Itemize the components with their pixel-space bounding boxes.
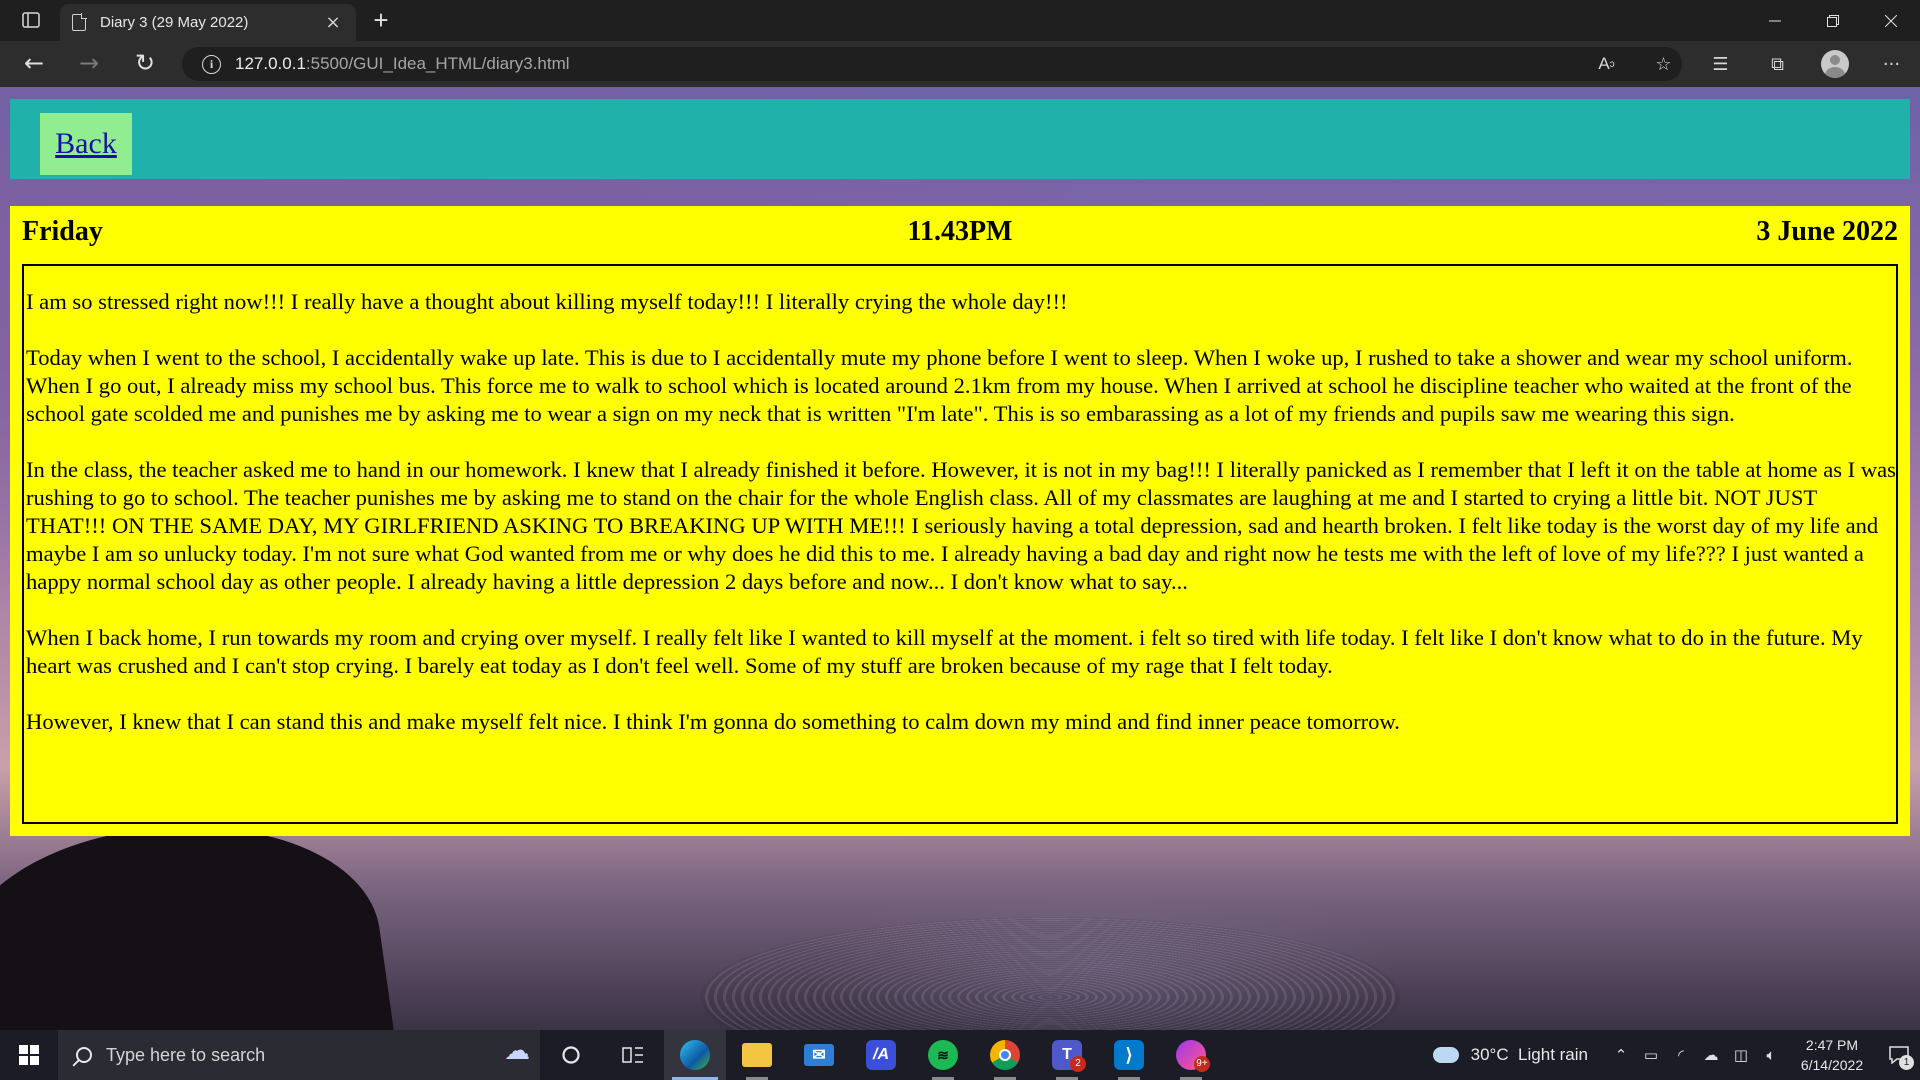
- more-icon[interactable]: ···: [1863, 41, 1920, 87]
- tab-close-icon[interactable]: ×: [322, 12, 344, 33]
- search-placeholder: Type here to search: [106, 1044, 266, 1065]
- diary-paragraph: When I back home, I run towards my room …: [26, 625, 1863, 678]
- cloud-rain-icon: [1432, 1047, 1459, 1063]
- search-icon: [76, 1047, 92, 1063]
- address-bar-row: ← → ↻ i 127.0.0.1:5500/GUI_Idea_HTML/dia…: [0, 41, 1920, 87]
- read-aloud-icon[interactable]: Aↄ: [1578, 41, 1635, 87]
- forward-arrow-icon[interactable]: →: [72, 49, 106, 79]
- url-field[interactable]: i 127.0.0.1:5500/GUI_Idea_HTML/diary3.ht…: [182, 47, 1682, 81]
- file-explorer-icon[interactable]: [726, 1030, 788, 1080]
- clock-time: 2:47 PM: [1805, 1037, 1859, 1053]
- page-icon: [72, 13, 87, 31]
- teams-badge: 2: [1070, 1056, 1086, 1072]
- favorites-icon[interactable]: ☰: [1692, 41, 1749, 87]
- app-icon[interactable]: /A: [850, 1030, 912, 1080]
- weather-widget[interactable]: 30°C Light rain: [1432, 1045, 1588, 1065]
- add-favorite-icon[interactable]: ☆: [1635, 41, 1692, 87]
- diary-paragraph: In the class, the teacher asked me to ha…: [26, 457, 1896, 594]
- taskbar: Type here to search ☁ ✉ /A ≋ T 2 ⟩ 9+ 30…: [0, 1030, 1920, 1080]
- vscode-icon[interactable]: ⟩: [1098, 1030, 1160, 1080]
- notification-badge: 1: [1899, 1055, 1914, 1070]
- system-tray: 30°C Light rain ⌃ ▭ ◜ ☁ ◫ 🔈︎ 2:47 PM 6/1…: [1432, 1030, 1920, 1080]
- windows-icon: [19, 1045, 39, 1065]
- volume-icon[interactable]: 🔈︎: [1756, 1046, 1786, 1064]
- page-viewport: Back Friday 11.43PM 3 June 2022 I am so …: [0, 87, 1920, 1030]
- teams-icon[interactable]: T 2: [1036, 1030, 1098, 1080]
- clock-date: 6/14/2022: [1800, 1057, 1864, 1073]
- url-path: :5500/GUI_Idea_HTML/diary3.html: [305, 54, 570, 73]
- meet-now-icon[interactable]: ◫: [1726, 1046, 1756, 1064]
- chrome-icon[interactable]: [974, 1030, 1036, 1080]
- window-controls: [1746, 0, 1920, 41]
- battery-icon[interactable]: ▭: [1636, 1046, 1666, 1064]
- tab-title: Diary 3 (29 May 2022): [100, 14, 249, 31]
- search-highlight-icon: ☁: [504, 1036, 530, 1066]
- messenger-icon[interactable]: 9+: [1160, 1030, 1222, 1080]
- url-host: 127.0.0.1: [235, 54, 306, 73]
- notification-icon[interactable]: 1: [1878, 1030, 1920, 1080]
- close-window-icon[interactable]: [1862, 0, 1920, 41]
- diary-paragraph: Today when I went to the school, I accid…: [26, 345, 1853, 426]
- background-ripples: [700, 917, 1400, 1030]
- header-bar: Back: [10, 99, 1910, 179]
- edge-icon[interactable]: [664, 1030, 726, 1080]
- diary-time: 11.43PM: [907, 216, 1013, 247]
- weather-text: 30°C Light rain: [1470, 1045, 1588, 1064]
- info-icon[interactable]: i: [202, 54, 221, 74]
- minimize-icon[interactable]: [1746, 0, 1804, 41]
- new-tab-button[interactable]: +: [366, 6, 396, 36]
- browser-toolbar: Aↄ ☆ ☰ ⧉ ···: [1578, 41, 1920, 87]
- cortana-icon[interactable]: [540, 1030, 602, 1080]
- back-arrow-icon[interactable]: ←: [17, 49, 51, 79]
- diary-paragraph: I am so stressed right now!!! I really h…: [26, 289, 1068, 314]
- clock[interactable]: 2:47 PM 6/14/2022: [1786, 1035, 1878, 1075]
- tab-actions-icon[interactable]: [14, 8, 48, 32]
- browser-tab[interactable]: Diary 3 (29 May 2022) ×: [60, 4, 356, 41]
- diary-header: Friday 11.43PM 3 June 2022: [22, 216, 1898, 252]
- messenger-badge: 9+: [1194, 1056, 1210, 1072]
- start-button[interactable]: [0, 1030, 58, 1080]
- diary-text-box: I am so stressed right now!!! I really h…: [22, 264, 1898, 824]
- collections-icon[interactable]: ⧉: [1749, 41, 1806, 87]
- browser-tab-bar: Diary 3 (29 May 2022) × +: [0, 0, 1920, 41]
- taskbar-search[interactable]: Type here to search ☁: [58, 1030, 540, 1080]
- task-view-icon[interactable]: [602, 1030, 664, 1080]
- diary-entry: Friday 11.43PM 3 June 2022 I am so stres…: [10, 206, 1910, 836]
- diary-paragraph: However, I knew that I can stand this an…: [26, 709, 1400, 734]
- restore-icon[interactable]: [1804, 0, 1862, 41]
- back-button[interactable]: Back: [40, 113, 132, 175]
- profile-avatar[interactable]: [1806, 41, 1863, 87]
- onedrive-icon[interactable]: ☁: [1696, 1046, 1726, 1064]
- network-icon[interactable]: ◜: [1666, 1046, 1696, 1064]
- diary-date: 3 June 2022: [1756, 216, 1898, 247]
- mail-icon[interactable]: ✉: [788, 1030, 850, 1080]
- chevron-up-icon[interactable]: ⌃: [1606, 1046, 1636, 1064]
- refresh-icon[interactable]: ↻: [128, 49, 162, 79]
- spotify-icon[interactable]: ≋: [912, 1030, 974, 1080]
